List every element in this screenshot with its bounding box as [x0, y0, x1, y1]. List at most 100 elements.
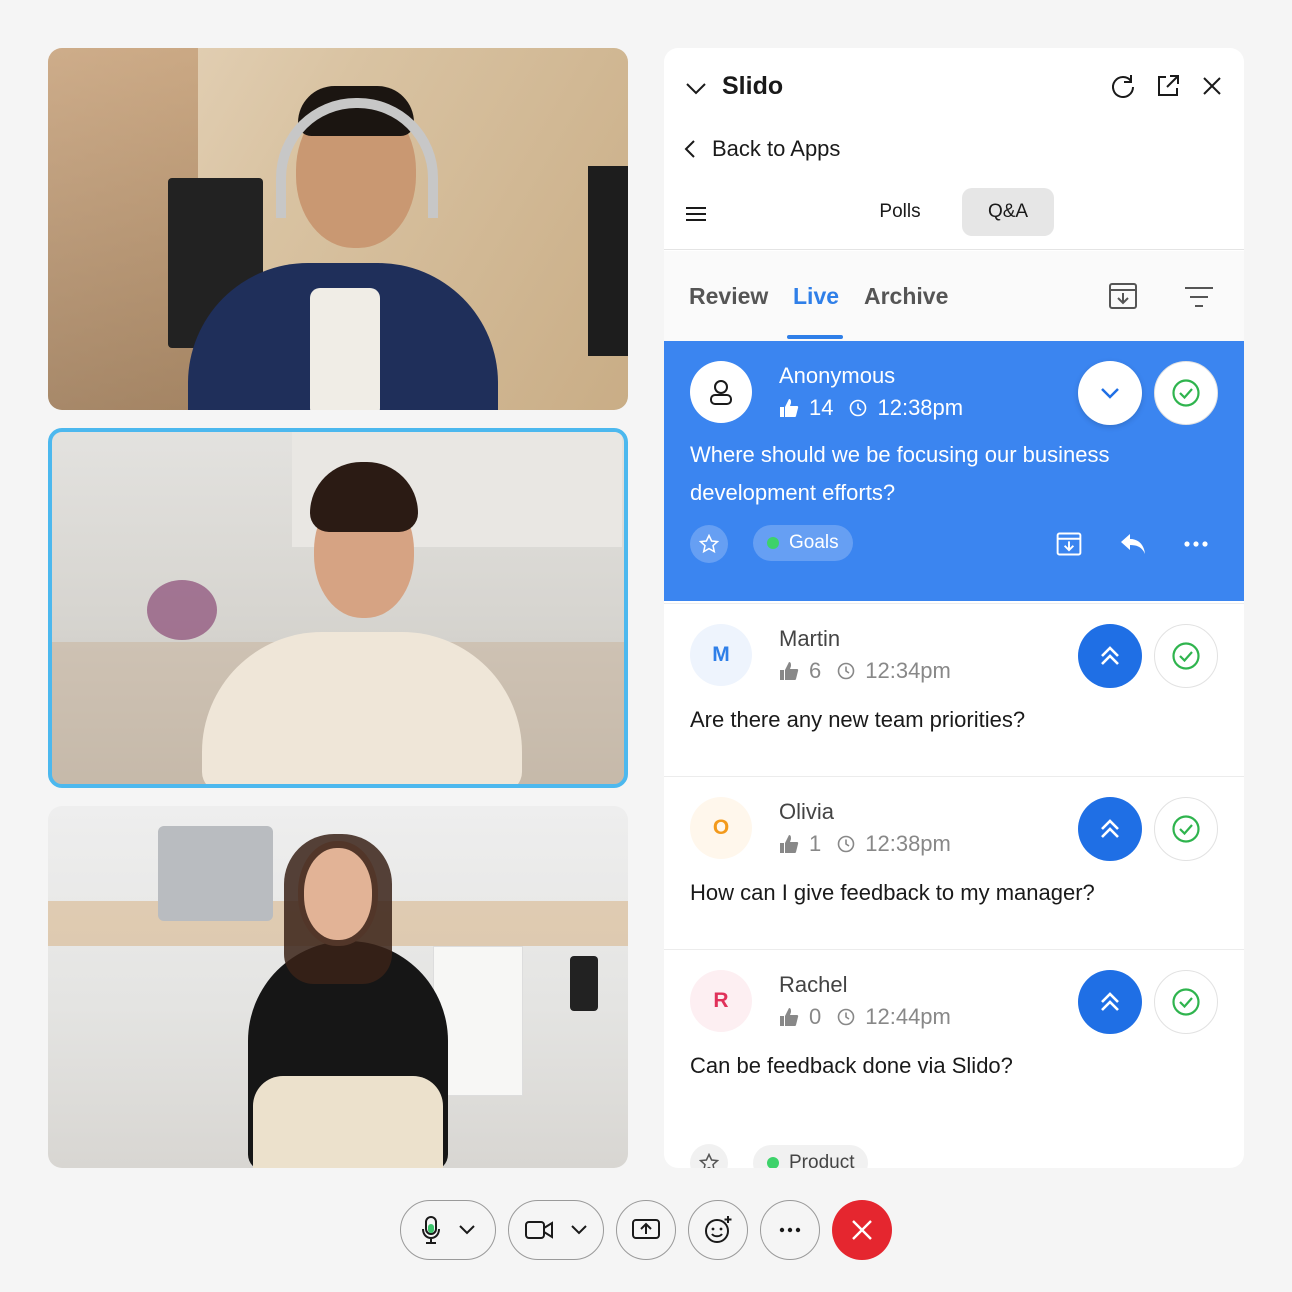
tab-review[interactable]: Review [689, 283, 768, 310]
star-icon [699, 1153, 719, 1168]
like-count: 1 [809, 831, 822, 856]
double-chevron-up-icon [1101, 819, 1119, 838]
question-tag[interactable]: Goals [753, 525, 853, 561]
tag-label: Goals [789, 532, 839, 553]
question-time: 12:38pm [877, 395, 964, 420]
hamburger-menu-icon[interactable] [686, 206, 706, 222]
star-button[interactable] [690, 1144, 728, 1168]
close-icon [852, 1220, 872, 1240]
like-count: 6 [809, 658, 822, 683]
author-avatar: R [690, 970, 752, 1032]
tab-live[interactable]: Live [793, 283, 839, 310]
filter-icon[interactable] [1184, 285, 1214, 309]
mark-answered-button[interactable] [1154, 797, 1218, 861]
tag-dot [767, 537, 779, 549]
pop-out-icon[interactable] [1154, 72, 1182, 100]
chevron-down-icon[interactable] [459, 1225, 475, 1235]
microphone-button[interactable] [400, 1200, 496, 1260]
star-button[interactable] [690, 525, 728, 563]
archive-question-icon[interactable] [1055, 530, 1083, 558]
more-horizontal-icon [779, 1227, 801, 1233]
end-call-button[interactable] [832, 1200, 892, 1260]
question-meta: 6 12:34pm [779, 658, 951, 684]
author-avatar: O [690, 797, 752, 859]
author-avatar: M [690, 624, 752, 686]
refresh-icon[interactable] [1109, 72, 1137, 100]
mark-answered-button[interactable] [1154, 970, 1218, 1034]
tab-qa[interactable]: Q&A [962, 188, 1054, 236]
participant-shirt [310, 288, 380, 410]
thumbs-up-icon [780, 399, 799, 417]
reactions-button[interactable] [688, 1200, 748, 1260]
like-count: 0 [809, 1004, 822, 1029]
tag-dot [767, 1157, 779, 1168]
double-chevron-up-icon [1101, 646, 1119, 665]
question-author: Anonymous [779, 363, 896, 388]
question-author: Martin [779, 626, 841, 651]
video-tile-1[interactable] [48, 48, 628, 410]
question-time: 12:44pm [865, 1004, 951, 1029]
question-card[interactable]: M Martin 6 12:34pm Are there any new tea… [664, 603, 1244, 776]
chevron-down-icon [1101, 388, 1119, 399]
more-options-icon[interactable] [1184, 541, 1208, 547]
check-circle-icon [1172, 815, 1200, 843]
question-card[interactable]: O Olivia 1 12:38pm How can I give feedba… [664, 776, 1244, 949]
share-screen-button[interactable] [616, 1200, 676, 1260]
question-author: Rachel [779, 972, 848, 997]
question-card[interactable]: R Rachel 0 12:44pm Can be feedback done … [664, 949, 1244, 1168]
close-icon[interactable] [1198, 72, 1226, 100]
user-icon [710, 380, 732, 405]
anonymous-avatar [690, 361, 752, 423]
chevron-down-icon[interactable] [571, 1225, 587, 1235]
question-time: 12:38pm [865, 831, 951, 856]
back-to-apps-link[interactable]: Back to Apps [684, 136, 840, 162]
check-circle-icon [1172, 988, 1200, 1016]
upvote-button[interactable] [1078, 624, 1142, 688]
back-label: Back to Apps [712, 136, 841, 161]
archive-icon[interactable] [1107, 280, 1139, 312]
partition-shape [158, 826, 273, 921]
monitor-right-shape [588, 166, 628, 356]
double-chevron-up-icon [1101, 992, 1119, 1011]
video-tile-3[interactable] [48, 806, 628, 1168]
participant-face [304, 848, 372, 940]
question-meta: 1 12:38pm [779, 831, 951, 857]
camera-button[interactable] [508, 1200, 604, 1260]
upvote-button[interactable] [1078, 797, 1142, 861]
thumbs-up-icon [780, 662, 799, 680]
question-meta: 0 12:44pm [779, 1004, 951, 1030]
mark-answered-button[interactable] [1154, 361, 1218, 425]
question-meta: 14 12:38pm [779, 395, 963, 421]
collapse-chevron-icon[interactable] [684, 76, 708, 100]
thumbs-up-icon [780, 1008, 799, 1026]
participant-skirt [253, 1076, 443, 1168]
slido-panel: Slido Back to Apps Polls Q&A Review Live… [664, 48, 1244, 1168]
question-text: Where should we be focusing our business… [690, 442, 1110, 505]
check-circle-icon [1172, 379, 1200, 407]
active-tab-underline [787, 335, 843, 339]
phone-shape [570, 956, 598, 1011]
question-text: Can be feedback done via Slido? [690, 1053, 1013, 1078]
emoji-reaction-icon [705, 1216, 732, 1243]
collapse-question-button[interactable] [1078, 361, 1142, 425]
question-tag[interactable]: Product [753, 1145, 869, 1168]
tab-archive[interactable]: Archive [864, 283, 948, 310]
clock-icon [837, 1008, 855, 1026]
video-tile-2-active-speaker[interactable] [48, 428, 628, 788]
thumbs-up-icon [780, 835, 799, 853]
clock-icon [837, 835, 855, 853]
star-icon [699, 534, 719, 554]
reply-icon[interactable] [1119, 532, 1147, 556]
flowers-shape [147, 580, 217, 640]
clock-icon [837, 662, 855, 680]
microphone-icon [422, 1216, 440, 1244]
question-author: Olivia [779, 799, 835, 824]
question-time: 12:34pm [865, 658, 951, 683]
question-card-active[interactable]: Anonymous 14 12:38pm Where should we be … [664, 341, 1244, 601]
mark-answered-button[interactable] [1154, 624, 1218, 688]
participant-body [202, 632, 522, 784]
tag-label: Product [789, 1152, 855, 1168]
tab-polls[interactable]: Polls [854, 188, 946, 236]
more-options-button[interactable] [760, 1200, 820, 1260]
upvote-button[interactable] [1078, 970, 1142, 1034]
